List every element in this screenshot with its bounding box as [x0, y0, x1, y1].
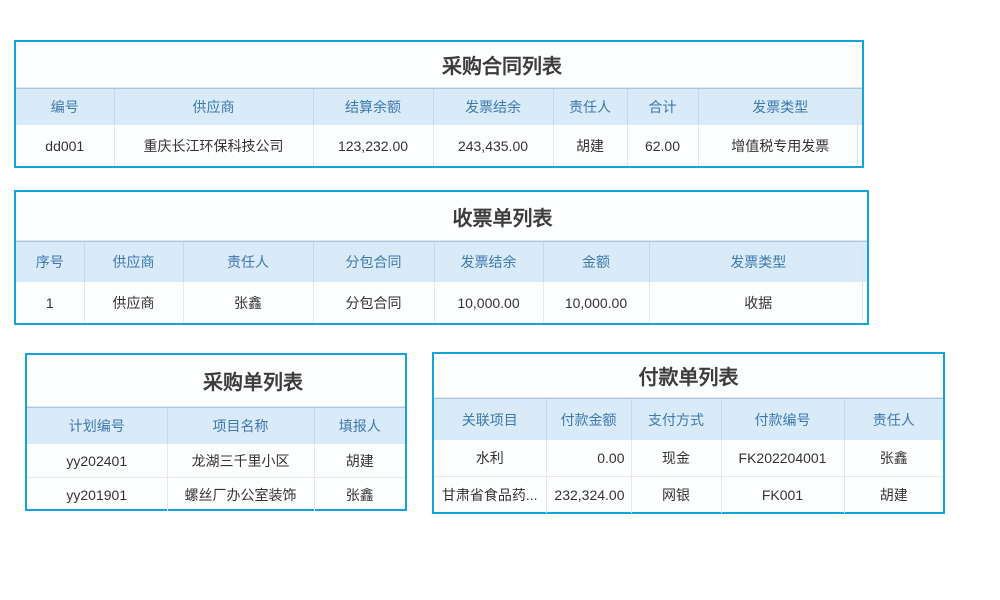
receipt-table: 序号 供应商 责任人 分包合同 发票结余 金额 发票类型 1 供应商 张鑫 分包…: [16, 241, 867, 323]
cell-related-project: 水利: [434, 440, 546, 477]
cell-filler: 胡建: [314, 444, 405, 478]
cell-plan-code: yy202401: [27, 444, 167, 478]
column-header-project-name: 项目名称: [167, 408, 314, 445]
column-header-responsible: 责任人: [553, 89, 627, 126]
cell-subcontract: 分包合同: [313, 282, 434, 323]
column-header-payment-code: 付款编号: [721, 399, 844, 441]
header-row: 关联项目 付款金额 支付方式 付款编号 责任人: [434, 399, 943, 441]
table-row[interactable]: yy202401 龙湖三千里小区 胡建: [27, 444, 405, 478]
receipt-list-panel: 收票单列表 序号 供应商 责任人 分包合同 发票结余 金额 发票类型 1 供应商…: [14, 190, 869, 325]
cell-responsible: 胡建: [553, 125, 627, 166]
cell-related-project: 甘肃省食品药...: [434, 477, 546, 514]
cell-settlement-balance: 123,232.00: [313, 125, 433, 166]
column-header-invoice-balance: 发票结余: [434, 242, 543, 283]
table-row[interactable]: yy201901 螺丝厂办公室装饰 张鑫: [27, 478, 405, 512]
cell-payment-amount: 0.00: [546, 440, 631, 477]
column-header-code: 编号: [16, 89, 114, 126]
purchase-contract-table: 编号 供应商 结算余额 发票结余 责任人 合计 发票类型 dd001 重庆长江环…: [16, 88, 862, 166]
column-header-invoice-type: 发票类型: [649, 242, 867, 283]
table-row[interactable]: 1 供应商 张鑫 分包合同 10,000.00 10,000.00 收据: [16, 282, 867, 323]
cell-filler: 张鑫: [314, 478, 405, 512]
scrollbar-spacer-line: [862, 243, 863, 321]
cell-invoice-type: 收据: [649, 282, 867, 323]
header-row: 序号 供应商 责任人 分包合同 发票结余 金额 发票类型: [16, 242, 867, 283]
payment-table: 关联项目 付款金额 支付方式 付款编号 责任人 水利 0.00 现金 FK202…: [434, 398, 943, 513]
table-row[interactable]: 甘肃省食品药... 232,324.00 网银 FK001 胡建: [434, 477, 943, 514]
column-header-invoice-type: 发票类型: [698, 89, 862, 126]
cell-supplier: 重庆长江环保科技公司: [114, 125, 313, 166]
purchase-contract-list-panel: 采购合同列表 编号 供应商 结算余额 发票结余 责任人 合计 发票类型 dd00…: [14, 40, 864, 168]
cell-payment-code: FK202204001: [721, 440, 844, 477]
cell-amount: 10,000.00: [543, 282, 649, 323]
cell-payment-method: 网银: [631, 477, 721, 514]
scrollbar-spacer-line: [857, 90, 858, 164]
cell-payment-amount: 232,324.00: [546, 477, 631, 514]
column-header-responsible: 责任人: [183, 242, 313, 283]
column-header-plan-code: 计划编号: [27, 408, 167, 445]
column-header-invoice-balance: 发票结余: [433, 89, 553, 126]
cell-invoice-balance: 10,000.00: [434, 282, 543, 323]
column-header-payment-amount: 付款金额: [546, 399, 631, 441]
cell-payment-method: 现金: [631, 440, 721, 477]
column-header-supplier: 供应商: [114, 89, 313, 126]
column-header-payment-method: 支付方式: [631, 399, 721, 441]
cell-invoice-type: 增值税专用发票: [698, 125, 862, 166]
cell-responsible: 胡建: [844, 477, 943, 514]
purchase-contract-list-title: 采购合同列表: [16, 42, 862, 88]
header-row: 编号 供应商 结算余额 发票结余 责任人 合计 发票类型: [16, 89, 862, 126]
header-row: 计划编号 项目名称 填报人: [27, 408, 405, 445]
purchase-order-list-panel: 采购单列表 计划编号 项目名称 填报人 yy202401 龙湖三千里小区 胡建 …: [25, 353, 407, 511]
purchase-order-table: 计划编号 项目名称 填报人 yy202401 龙湖三千里小区 胡建 yy2019…: [27, 407, 405, 511]
column-header-amount: 金额: [543, 242, 649, 283]
cell-total: 62.00: [627, 125, 698, 166]
column-header-supplier: 供应商: [84, 242, 183, 283]
table-row[interactable]: dd001 重庆长江环保科技公司 123,232.00 243,435.00 胡…: [16, 125, 862, 166]
cell-code: dd001: [16, 125, 114, 166]
column-header-settlement-balance: 结算余额: [313, 89, 433, 126]
column-header-total: 合计: [627, 89, 698, 126]
cell-invoice-balance: 243,435.00: [433, 125, 553, 166]
receipt-list-title: 收票单列表: [16, 192, 867, 241]
cell-plan-code: yy201901: [27, 478, 167, 512]
table-row[interactable]: 水利 0.00 现金 FK202204001 张鑫: [434, 440, 943, 477]
cell-responsible: 张鑫: [183, 282, 313, 323]
purchase-order-list-title: 采购单列表: [27, 355, 405, 407]
column-header-responsible: 责任人: [844, 399, 943, 441]
column-header-filler: 填报人: [314, 408, 405, 445]
cell-supplier: 供应商: [84, 282, 183, 323]
cell-project-name: 龙湖三千里小区: [167, 444, 314, 478]
cell-seq: 1: [16, 282, 84, 323]
column-header-subcontract: 分包合同: [313, 242, 434, 283]
payment-list-title: 付款单列表: [434, 354, 943, 398]
column-header-seq: 序号: [16, 242, 84, 283]
cell-payment-code: FK001: [721, 477, 844, 514]
column-header-related-project: 关联项目: [434, 399, 546, 441]
payment-list-panel: 付款单列表 关联项目 付款金额 支付方式 付款编号 责任人 水利 0.00 现金…: [432, 352, 945, 514]
cell-responsible: 张鑫: [844, 440, 943, 477]
cell-project-name: 螺丝厂办公室装饰: [167, 478, 314, 512]
